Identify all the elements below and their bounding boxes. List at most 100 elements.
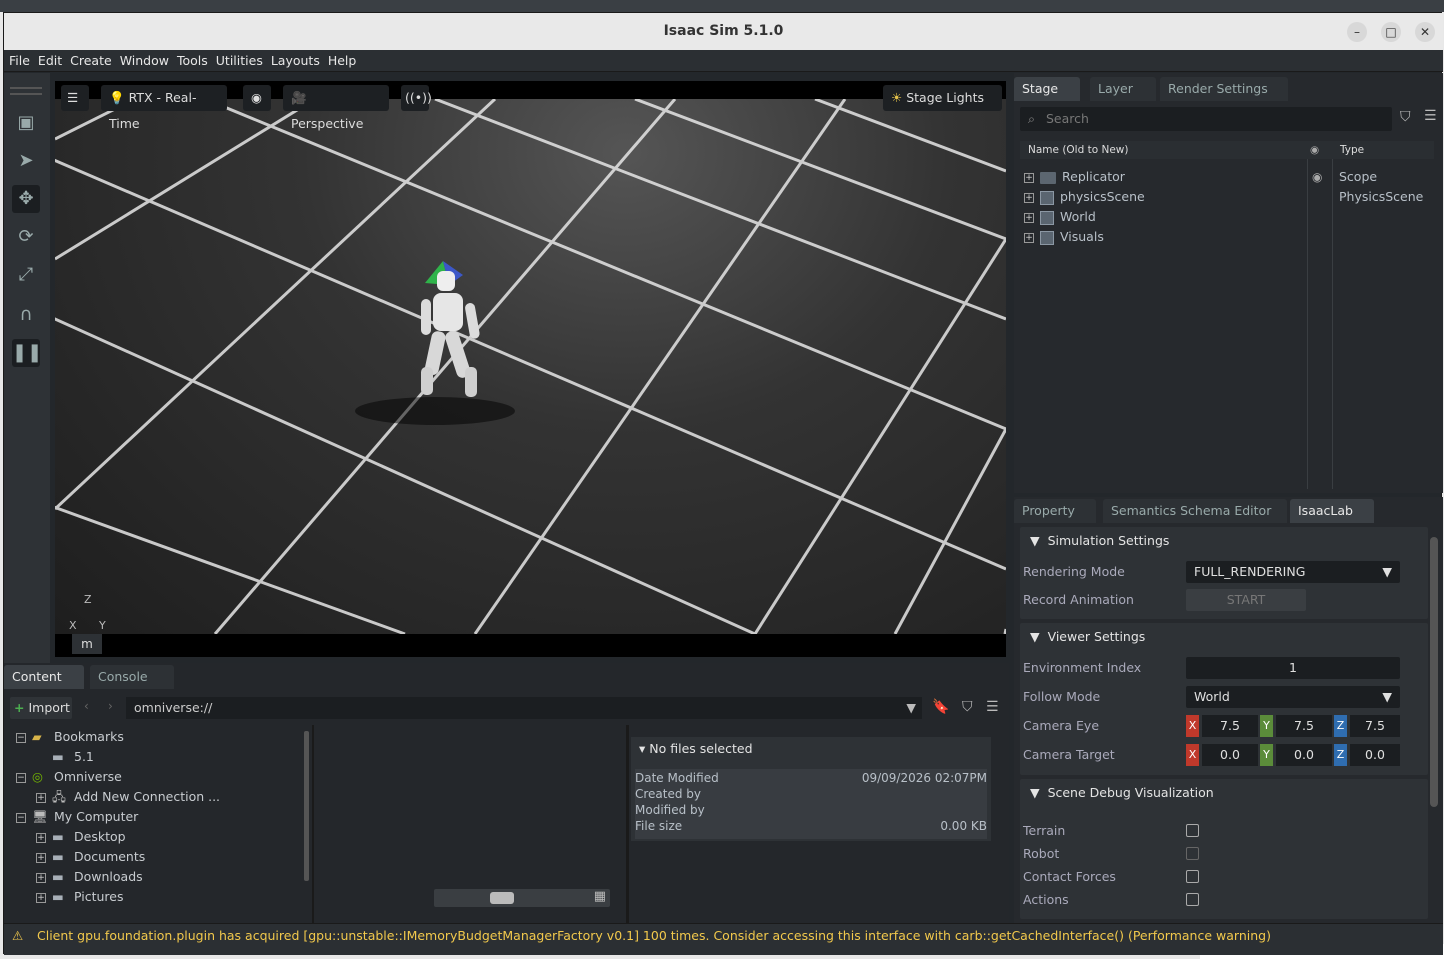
expand-icon[interactable]: + bbox=[1024, 172, 1034, 183]
details-header[interactable]: ▾ No files selected bbox=[639, 741, 753, 756]
snap-magnet-icon[interactable]: ∩ bbox=[12, 301, 40, 329]
tab-content[interactable]: Content bbox=[4, 665, 84, 689]
menu-create[interactable]: Create bbox=[65, 50, 115, 72]
content-tree-item[interactable]: ▬ 5.1 bbox=[36, 747, 94, 767]
select-mode-icon[interactable]: ▣ bbox=[12, 109, 40, 137]
visibility-eye-icon[interactable]: ◉ bbox=[243, 85, 271, 111]
stage-search-input[interactable]: ⌕ Search bbox=[1020, 107, 1392, 131]
expand-icon[interactable]: + bbox=[36, 892, 46, 903]
terrain-checkbox[interactable] bbox=[1186, 824, 1199, 837]
content-tree-item[interactable]: − 🖥 My Computer bbox=[16, 807, 138, 827]
record-start-button[interactable]: START bbox=[1186, 589, 1306, 611]
content-tree-item[interactable]: + ▬ Desktop bbox=[36, 827, 126, 847]
expand-icon[interactable]: + bbox=[36, 832, 46, 843]
pause-icon[interactable]: ❚❚ bbox=[12, 339, 42, 367]
actions-checkbox[interactable] bbox=[1186, 893, 1199, 906]
viewer-settings-header[interactable]: ▼ Viewer Settings bbox=[1030, 626, 1145, 648]
viewport-scene[interactable]: Z X Y bbox=[55, 97, 1006, 636]
stage-item-physicsscene[interactable]: + physicsScene bbox=[1024, 187, 1145, 207]
expand-icon[interactable]: + bbox=[36, 792, 46, 803]
stage-item-world[interactable]: + World bbox=[1024, 207, 1096, 227]
broadcast-icon[interactable]: ((•)) bbox=[401, 85, 432, 111]
content-tree-item[interactable]: − ▰ Bookmarks bbox=[16, 727, 124, 747]
follow-mode-label: Follow Mode bbox=[1023, 689, 1101, 704]
tab-render-settings[interactable]: Render Settings bbox=[1160, 77, 1288, 101]
move-tool-icon[interactable]: ✥ bbox=[12, 185, 40, 213]
tab-console[interactable]: Console bbox=[90, 665, 174, 689]
expand-icon[interactable]: + bbox=[36, 852, 46, 863]
back-arrow-icon[interactable]: ‹ bbox=[84, 699, 89, 713]
content-tree-item[interactable]: − ◎ Omniverse bbox=[16, 767, 122, 787]
tab-layer[interactable]: Layer bbox=[1090, 77, 1156, 101]
camera-eye-z-field[interactable]: 7.5 bbox=[1350, 715, 1400, 737]
expand-icon[interactable]: + bbox=[1024, 232, 1034, 243]
collapse-icon[interactable]: − bbox=[16, 812, 26, 823]
camera-target-z-field[interactable]: 0.0 bbox=[1350, 744, 1400, 766]
rendering-mode-dropdown[interactable]: FULL_RENDERING ▼ bbox=[1186, 561, 1400, 583]
tab-isaaclab[interactable]: IsaacLab bbox=[1290, 499, 1374, 523]
rotate-tool-icon[interactable]: ⟳ bbox=[12, 223, 40, 251]
scale-tool-icon[interactable]: ⤢ bbox=[12, 261, 40, 289]
environment-index-field[interactable]: 1 bbox=[1186, 657, 1400, 679]
camera-eye-x-field[interactable]: 7.5 bbox=[1202, 715, 1258, 737]
simulation-settings-header[interactable]: ▼ Simulation Settings bbox=[1030, 530, 1169, 552]
expand-icon[interactable]: + bbox=[1024, 192, 1034, 203]
grid-view-icon[interactable]: ▦ bbox=[594, 889, 606, 904]
content-tree-item[interactable]: + ▬ Pictures bbox=[36, 887, 124, 907]
content-tree-item[interactable]: + 🖧 Add New Connection ... bbox=[36, 787, 220, 807]
menu-tools[interactable]: Tools bbox=[172, 50, 211, 72]
menu-file[interactable]: File bbox=[4, 50, 33, 72]
path-input[interactable]: omniverse:// ▼ bbox=[126, 697, 922, 719]
chevron-down-icon[interactable]: ▼ bbox=[906, 697, 916, 719]
stage-lights-button[interactable]: ☀ Stage Lights bbox=[883, 85, 1002, 111]
zoom-slider[interactable]: ▦ bbox=[434, 889, 610, 907]
forward-arrow-icon[interactable]: › bbox=[108, 699, 113, 713]
camera-target-x-field[interactable]: 0.0 bbox=[1202, 744, 1258, 766]
visibility-header-icon: ◉ bbox=[1310, 144, 1320, 156]
stage-item-visuals[interactable]: + Visuals bbox=[1024, 227, 1104, 247]
tab-semantics-schema-editor[interactable]: Semantics Schema Editor bbox=[1103, 499, 1287, 523]
camera-button[interactable]: 🎥 Perspective bbox=[283, 85, 389, 131]
tab-property[interactable]: Property bbox=[1014, 499, 1096, 523]
menu-help[interactable]: Help bbox=[323, 50, 360, 72]
stage-item-replicator[interactable]: + Replicator bbox=[1024, 167, 1125, 187]
follow-mode-dropdown[interactable]: World ▼ bbox=[1186, 686, 1400, 708]
robot-checkbox[interactable] bbox=[1186, 847, 1199, 860]
scrollbar[interactable] bbox=[1430, 537, 1438, 807]
menu-layouts[interactable]: Layouts bbox=[266, 50, 323, 72]
minimize-button[interactable]: – bbox=[1347, 22, 1367, 42]
scene-debug-header[interactable]: ▼ Scene Debug Visualization bbox=[1030, 782, 1214, 804]
filter-icon[interactable]: ⛉ bbox=[1400, 109, 1411, 125]
expand-icon[interactable]: + bbox=[1024, 212, 1034, 223]
zoom-slider-handle[interactable] bbox=[490, 892, 514, 904]
bookmark-icon[interactable]: 🔖 bbox=[932, 699, 949, 715]
computer-icon: 🖥 bbox=[32, 809, 48, 824]
type-column-header[interactable]: Type bbox=[1340, 141, 1364, 159]
filter-icon[interactable]: ⛉ bbox=[962, 699, 973, 715]
menu-window[interactable]: Window bbox=[115, 50, 172, 72]
select-cursor-icon[interactable]: ➤ bbox=[12, 147, 40, 175]
content-tree-item[interactable]: + ▬ Downloads bbox=[36, 867, 143, 887]
content-tree-item[interactable]: + ▬ Documents bbox=[36, 847, 145, 867]
tab-stage[interactable]: Stage bbox=[1014, 77, 1080, 101]
render-mode-button[interactable]: 💡 RTX - Real-Time bbox=[101, 85, 227, 131]
name-column-header[interactable]: Name (Old to New) bbox=[1028, 141, 1128, 159]
collapse-icon[interactable]: − bbox=[16, 772, 26, 783]
import-button[interactable]: + Import bbox=[10, 697, 72, 719]
camera-target-y-field[interactable]: 0.0 bbox=[1276, 744, 1332, 766]
options-menu-icon[interactable]: ☰ bbox=[1424, 108, 1437, 124]
expand-icon[interactable]: + bbox=[36, 872, 46, 883]
collapse-icon[interactable]: − bbox=[16, 732, 26, 743]
contact-forces-checkbox[interactable] bbox=[1186, 870, 1199, 883]
camera-eye-y-field[interactable]: 7.5 bbox=[1276, 715, 1332, 737]
visibility-eye-icon[interactable]: ◉ bbox=[1312, 167, 1322, 187]
close-button[interactable]: ✕ bbox=[1415, 22, 1435, 42]
viewport[interactable]: Z X Y ☰ 💡 RTX - Real-Time ◉ 🎥 Perspectiv… bbox=[55, 81, 1006, 657]
tree-scrollbar[interactable] bbox=[304, 731, 309, 881]
maximize-button[interactable]: □ bbox=[1381, 22, 1401, 42]
menu-utilities[interactable]: Utilities bbox=[211, 50, 266, 72]
options-menu-icon[interactable]: ☰ bbox=[986, 699, 999, 715]
humanoid-robot[interactable] bbox=[415, 259, 505, 419]
viewport-settings-icon[interactable]: ☰ bbox=[61, 85, 89, 111]
menu-edit[interactable]: Edit bbox=[33, 50, 65, 72]
